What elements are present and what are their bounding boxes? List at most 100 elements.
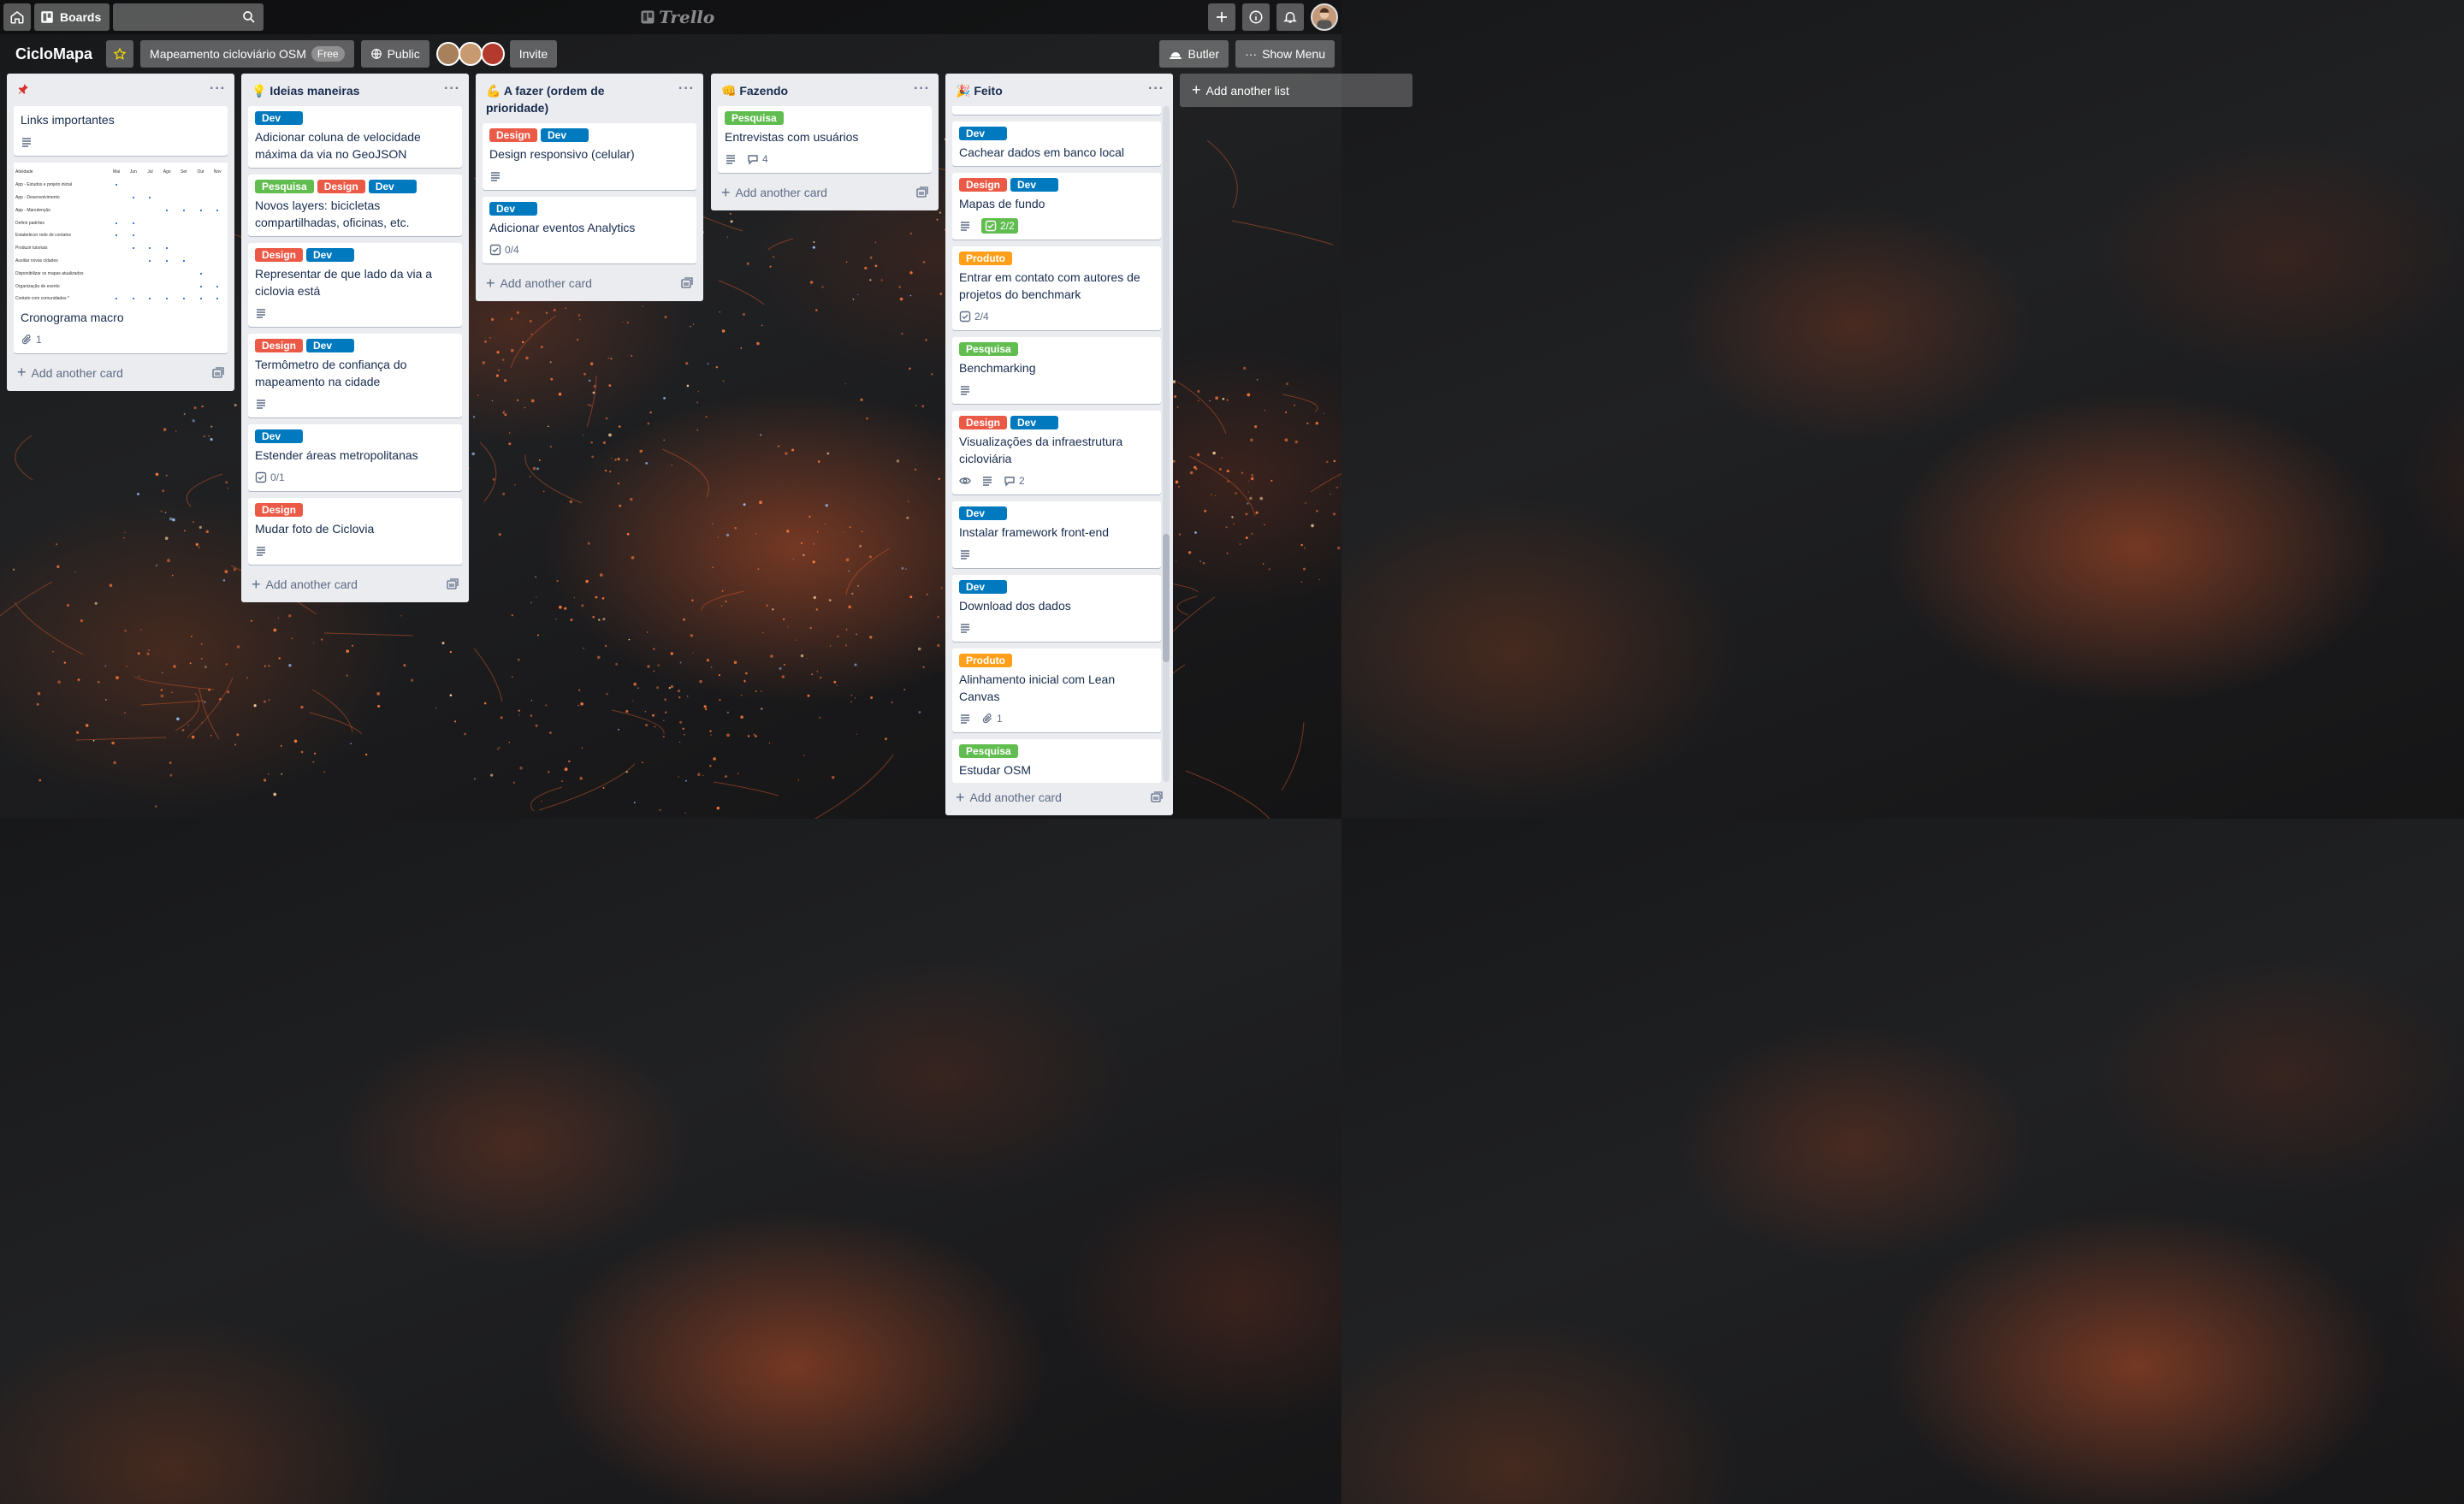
card-labels: Pesquisa — [959, 744, 1154, 758]
card-adicionar-eventos-analytics[interactable]: Dev Adicionar eventos Analytics 0/4 — [483, 197, 696, 263]
team-button[interactable]: Mapeamento cicloviário OSM Free — [140, 40, 354, 68]
card-badges — [255, 303, 455, 323]
feito-scroll-area[interactable]: Brasil Dev Cachear dados em banco local Des… — [945, 106, 1173, 783]
watching-icon — [959, 475, 971, 487]
card-template-icon[interactable] — [916, 187, 928, 198]
card-visualizacoes-da-infraestrutura-ciclovia[interactable]: Design Dev Visualizações da infraestrutura… — [952, 411, 1161, 494]
card-entrevistas-com-usuarios[interactable]: Pesquisa Entrevistas com usuários 4 — [718, 106, 932, 173]
label-dev[interactable]: Dev — [368, 180, 417, 193]
list-header[interactable]: 💡 Ideias maneiras ··· — [241, 74, 469, 106]
card-template-icon[interactable] — [447, 578, 459, 590]
card-novos-layers-bicicletas-compartilhadas-o[interactable]: Pesquisa Design Dev Novos layers: bicicleta… — [248, 175, 462, 236]
label-pesquisa[interactable]: Pesquisa — [725, 111, 784, 125]
label-dev[interactable]: Dev — [1010, 178, 1059, 192]
list-header[interactable]: 👊 Fazendo ··· — [711, 74, 939, 106]
card-mapas-de-fundo[interactable]: Design Dev Mapas de fundo 2/2 — [952, 173, 1161, 240]
card-badges: 0/4 — [489, 240, 690, 260]
trello-logo[interactable]: Trello — [640, 7, 714, 27]
list-scrollbar[interactable] — [1163, 106, 1170, 782]
label-dev[interactable]: Dev — [489, 202, 537, 216]
label-design[interactable]: Design — [959, 178, 1008, 192]
label-pesquisa[interactable]: Pesquisa — [959, 342, 1018, 356]
add-list-button[interactable]: + Add another list — [1180, 74, 1413, 107]
board-title[interactable]: CicloMapa — [9, 45, 99, 63]
card-links-importantes[interactable]: Links importantes — [14, 106, 228, 156]
search-icon[interactable] — [241, 9, 257, 25]
label-dev[interactable]: Dev — [306, 339, 355, 352]
list-menu-icon[interactable]: ··· — [210, 80, 226, 98]
card-title: Cachear dados em banco local — [959, 145, 1125, 159]
gantt-cell — [125, 233, 142, 238]
label-design[interactable]: Design — [317, 180, 365, 193]
label-design[interactable]: Design — [959, 416, 1008, 429]
label-dev[interactable]: Dev — [959, 580, 1007, 594]
card-brasil[interactable]: Brasil — [952, 106, 1161, 115]
add-card-button[interactable]: + Add another card — [711, 180, 939, 210]
label-design[interactable]: Design — [255, 248, 304, 262]
label-dev[interactable]: Dev — [541, 128, 589, 142]
card-badges: 1 — [959, 708, 1154, 729]
info-icon — [1249, 10, 1263, 24]
user-avatar[interactable] — [1311, 3, 1338, 31]
card-mudar-foto-de-ciclovia[interactable]: Design Mudar foto de Ciclovia — [248, 498, 462, 565]
list-header[interactable]: ··· — [7, 74, 234, 106]
card-representar-de-que-lado-da-via-a-ciclovi[interactable]: Design Dev Representar de que lado da via … — [248, 243, 462, 327]
add-card-button[interactable]: + Add another card — [945, 783, 1173, 814]
list-menu-icon[interactable]: ··· — [678, 80, 695, 98]
label-dev[interactable]: Dev — [255, 111, 303, 125]
list-menu-icon[interactable]: ··· — [1148, 80, 1164, 98]
create-button[interactable] — [1208, 3, 1235, 31]
invite-button[interactable]: Invite — [509, 40, 558, 68]
add-card-button[interactable]: + Add another card — [7, 360, 234, 391]
list-menu-icon[interactable]: ··· — [444, 80, 460, 98]
home-button[interactable] — [3, 3, 31, 31]
member-avatar[interactable] — [480, 42, 505, 66]
label-design[interactable]: Design — [255, 339, 304, 352]
gantt-activity: Contato com comunidades * — [15, 296, 69, 302]
butler-button[interactable]: Butler — [1159, 40, 1229, 68]
card-cachear-dados-em-banco-local[interactable]: Dev Cachear dados em banco local — [952, 121, 1161, 166]
show-menu-button[interactable]: ··· Show Menu — [1235, 40, 1335, 68]
card-alinhamento-inicial-com-lean-canvas[interactable]: Produto Alinhamento inicial com Lean Canv… — [952, 648, 1161, 732]
star-button[interactable] — [106, 40, 134, 68]
card-instalar-framework-front-end[interactable]: Dev Instalar framework front-end — [952, 501, 1161, 568]
card-download-dos-dados[interactable]: Dev Download dos dados — [952, 575, 1161, 642]
boards-button[interactable]: Boards — [34, 3, 110, 31]
show-menu-label: Show Menu — [1262, 47, 1325, 61]
label-dev[interactable]: Dev — [255, 429, 303, 443]
label-dev[interactable]: Dev — [959, 506, 1007, 520]
add-card-button[interactable]: + Add another card — [241, 571, 469, 602]
card-estender-areas-metropolitanas[interactable]: Dev Estender áreas metropolitanas 0/1 — [248, 424, 462, 491]
member-avatar[interactable] — [458, 42, 483, 66]
card-benchmarking[interactable]: Pesquisa Benchmarking — [952, 337, 1161, 404]
info-button[interactable] — [1242, 3, 1270, 31]
member-avatar[interactable] — [435, 42, 460, 66]
list-header[interactable]: 🎉 Feito ··· — [945, 74, 1173, 106]
label-design[interactable]: Design — [255, 503, 304, 517]
add-card-label: Add another card — [500, 276, 592, 290]
card-adicionar-coluna-de-velocidade-maxima-da[interactable]: Dev Adicionar coluna de velocidade máxima… — [248, 106, 462, 168]
label-dev[interactable]: Dev — [1010, 416, 1059, 429]
list-header[interactable]: 💪 A fazer (ordem de prioridade) ··· — [476, 74, 703, 123]
add-card-button[interactable]: + Add another card — [476, 270, 703, 301]
card-estudar-osm[interactable]: Pesquisa Estudar OSM — [952, 739, 1161, 783]
label-dev[interactable]: Dev — [959, 127, 1007, 140]
label-produto[interactable]: Produto — [959, 252, 1012, 265]
card-cronograma[interactable]: Atividade Mai Jun Jul Ago Set Out Nov App - Estu… — [14, 163, 228, 353]
label-produto[interactable]: Produto — [959, 654, 1012, 667]
scrollbar-thumb[interactable] — [1163, 534, 1170, 662]
notifications-button[interactable] — [1276, 3, 1304, 31]
list-menu-icon[interactable]: ··· — [914, 80, 930, 98]
card-template-icon[interactable] — [1151, 791, 1163, 803]
label-pesquisa[interactable]: Pesquisa — [959, 744, 1018, 758]
label-design[interactable]: Design — [489, 128, 538, 142]
card-badges — [959, 544, 1154, 565]
card-template-icon[interactable] — [212, 367, 224, 379]
card-design-responsivo-celular[interactable]: Design Dev Design responsivo (celular) — [483, 123, 696, 190]
card-template-icon[interactable] — [681, 277, 693, 289]
card-termometro-de-confianca-do-mapeamento-na[interactable]: Design Dev Termômetro de confiança do mape… — [248, 334, 462, 417]
label-dev[interactable]: Dev — [306, 248, 355, 262]
card-entrar-em-contato-com-autores-de-projeto[interactable]: Produto Entrar em contato com autores de … — [952, 246, 1161, 330]
visibility-button[interactable]: Public — [360, 40, 429, 68]
label-pesquisa[interactable]: Pesquisa — [255, 180, 314, 193]
